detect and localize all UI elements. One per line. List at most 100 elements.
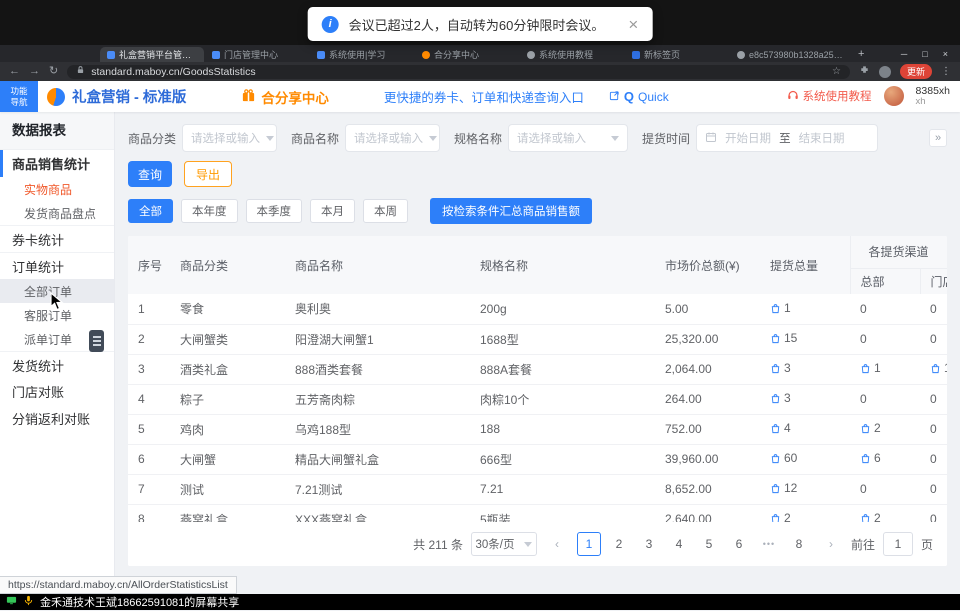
screen-share-bar: 金禾通技术王斌18662591081的屏幕共享 [0,594,960,610]
page-button[interactable]: 2 [607,532,631,556]
sidebar-item[interactable]: 实物商品 [0,177,114,201]
window-minimize-button[interactable]: ─ [901,49,907,59]
product-name-select[interactable]: 请选择或输入 [345,124,440,152]
window-close-button[interactable]: × [943,49,948,59]
col-header-category: 商品分类 [170,236,285,294]
browser-address-bar: ← → ↻ standard.maboy.cn/GoodsStatistics … [0,62,960,81]
cell-spec: 188 [470,414,655,444]
quick-filter-tab[interactable]: 本季度 [246,199,303,223]
cell-pickup-total: 4 [760,414,850,444]
cell-hq: 0 [850,324,920,354]
browser-tab[interactable]: 礼盒营销平台管理中心 [100,47,204,62]
spec-select[interactable]: 请选择或输入 [508,124,628,152]
export-button[interactable]: 导出 [184,161,232,187]
sidebar-item-label: 订单统计 [12,257,64,276]
extensions-icon[interactable] [859,65,870,79]
sidebar-item[interactable]: 发货商品盘点 [0,201,114,225]
promo-link[interactable]: 更快捷的券卡、订单和快递查询入口 [384,87,584,106]
quick-filter-tab[interactable]: 本月 [310,199,355,223]
browser-tab[interactable]: e8c573980b1328a258fd2e6t [730,47,852,62]
pickup-bag-icon [770,303,781,314]
col-header-spec: 规格名称 [470,236,655,294]
next-page-button[interactable]: › [819,532,843,556]
page-button[interactable]: 3 [637,532,661,556]
sidebar-item[interactable]: 订单统计 [0,252,114,279]
page-button[interactable]: 1 [577,532,601,556]
cell-spec: 666型 [470,444,655,474]
window-maximize-button[interactable]: □ [922,49,927,59]
bookmark-star-icon[interactable]: ☆ [832,66,841,77]
reload-icon[interactable]: ↻ [49,66,58,77]
sidebar-item[interactable]: 商品销售统计 [0,150,114,177]
cell-no: 3 [128,354,170,384]
cell-store: 0 [920,444,947,474]
date-range-picker[interactable]: 开始日期 至 结束日期 [696,124,878,152]
page-body: 数据报表 商品销售统计实物商品发货商品盘点券卡统计订单统计全部订单客服订单派单订… [0,112,960,594]
cell-spec: 1688型 [470,324,655,354]
col-header-name: 商品名称 [285,236,470,294]
cell-no: 8 [128,504,170,522]
browser-tab[interactable]: 门店管理中心 [205,47,309,62]
cell-amount: 2,064.00 [655,354,760,384]
new-tab-button[interactable]: + [858,48,864,60]
cell-amount: 39,960.00 [655,444,760,474]
url-field[interactable]: standard.maboy.cn/GoodsStatistics ☆ [67,65,850,79]
sidebar-item[interactable]: 发货统计 [0,351,114,378]
quick-filter-tab[interactable]: 全部 [128,199,173,223]
page-button[interactable]: 6 [727,532,751,556]
user-info[interactable]: 8385xh xh [916,86,950,108]
forward-icon[interactable]: → [29,66,40,77]
sidebar-drag-handle[interactable] [89,330,104,352]
main-content: 商品分类 请选择或输入 商品名称 请选择或输入 规格名称 请选择或输入 [115,112,960,594]
page-size-select[interactable]: 30条/页 [471,532,537,556]
quick-link[interactable]: Q Quick [609,89,669,104]
browser-menu-icon[interactable]: ⋮ [941,66,951,77]
query-button[interactable]: 查询 [128,161,172,187]
collapse-panel-button[interactable]: » [929,129,947,147]
quick-filter-tab[interactable]: 本周 [363,199,408,223]
browser-tab[interactable]: 合分享中心 [415,47,519,62]
sidebar-item[interactable]: 分销返利对账 [0,405,114,432]
app-logo-icon [47,88,65,106]
browser-tab[interactable]: 系统使用教程 [520,47,624,62]
cell-hq: 2 [850,504,920,522]
url-text: standard.maboy.cn/GoodsStatistics [91,66,255,78]
function-nav-toggle[interactable]: 功能 导航 [0,81,38,112]
toast-close-icon[interactable]: × [628,16,638,33]
quick-filter-tab[interactable]: 本年度 [181,199,238,223]
table-row: 4粽子五芳斋肉粽肉粽10个264.00300 [128,384,947,414]
tab-favicon-icon [107,51,115,59]
cell-hq: 0 [850,474,920,504]
summary-button[interactable]: 按检索条件汇总商品销售额 [430,198,592,224]
page-ellipsis[interactable]: ••• [757,532,781,556]
prev-page-button[interactable]: ‹ [545,532,569,556]
cell-no: 5 [128,414,170,444]
user-avatar[interactable] [884,86,904,106]
sidebar-item-label: 券卡统计 [12,230,64,249]
goto-page-input[interactable] [883,532,913,556]
tab-favicon-icon [737,51,745,59]
chevron-down-icon [266,136,274,141]
sidebar-item[interactable]: 券卡统计 [0,225,114,252]
page-button[interactable]: 4 [667,532,691,556]
sidebar-item-label: 派单订单 [24,331,72,348]
browser-update-button[interactable]: 更新 [900,64,932,79]
table-row: 5鸡肉乌鸡188型188752.00420 [128,414,947,444]
category-select[interactable]: 请选择或输入 [182,124,277,152]
col-header-store: 门店 [920,268,947,294]
sidebar-item[interactable]: 门店对账 [0,378,114,405]
tutorial-link[interactable]: 系统使用教程 [787,88,872,104]
cell-name: XXX燕窝礼盒 [285,504,470,522]
browser-tab[interactable]: 新标签页 [625,47,729,62]
back-icon[interactable]: ← [9,66,20,77]
col-header-total: 提货总量 [760,236,850,294]
cell-pickup-total: 2 [760,504,850,522]
tab-title: 系统使用教程 [539,48,593,61]
share-center-link[interactable]: 合分享中心 [241,87,329,107]
channel-group-header: 各提货渠道 [850,236,947,268]
browser-tab[interactable]: 系统使用|学习 [310,47,414,62]
page-button[interactable]: 8 [787,532,811,556]
page-button[interactable]: 5 [697,532,721,556]
pickup-time-label: 提货时间 [642,130,690,147]
browser-profile-avatar[interactable] [879,66,891,78]
